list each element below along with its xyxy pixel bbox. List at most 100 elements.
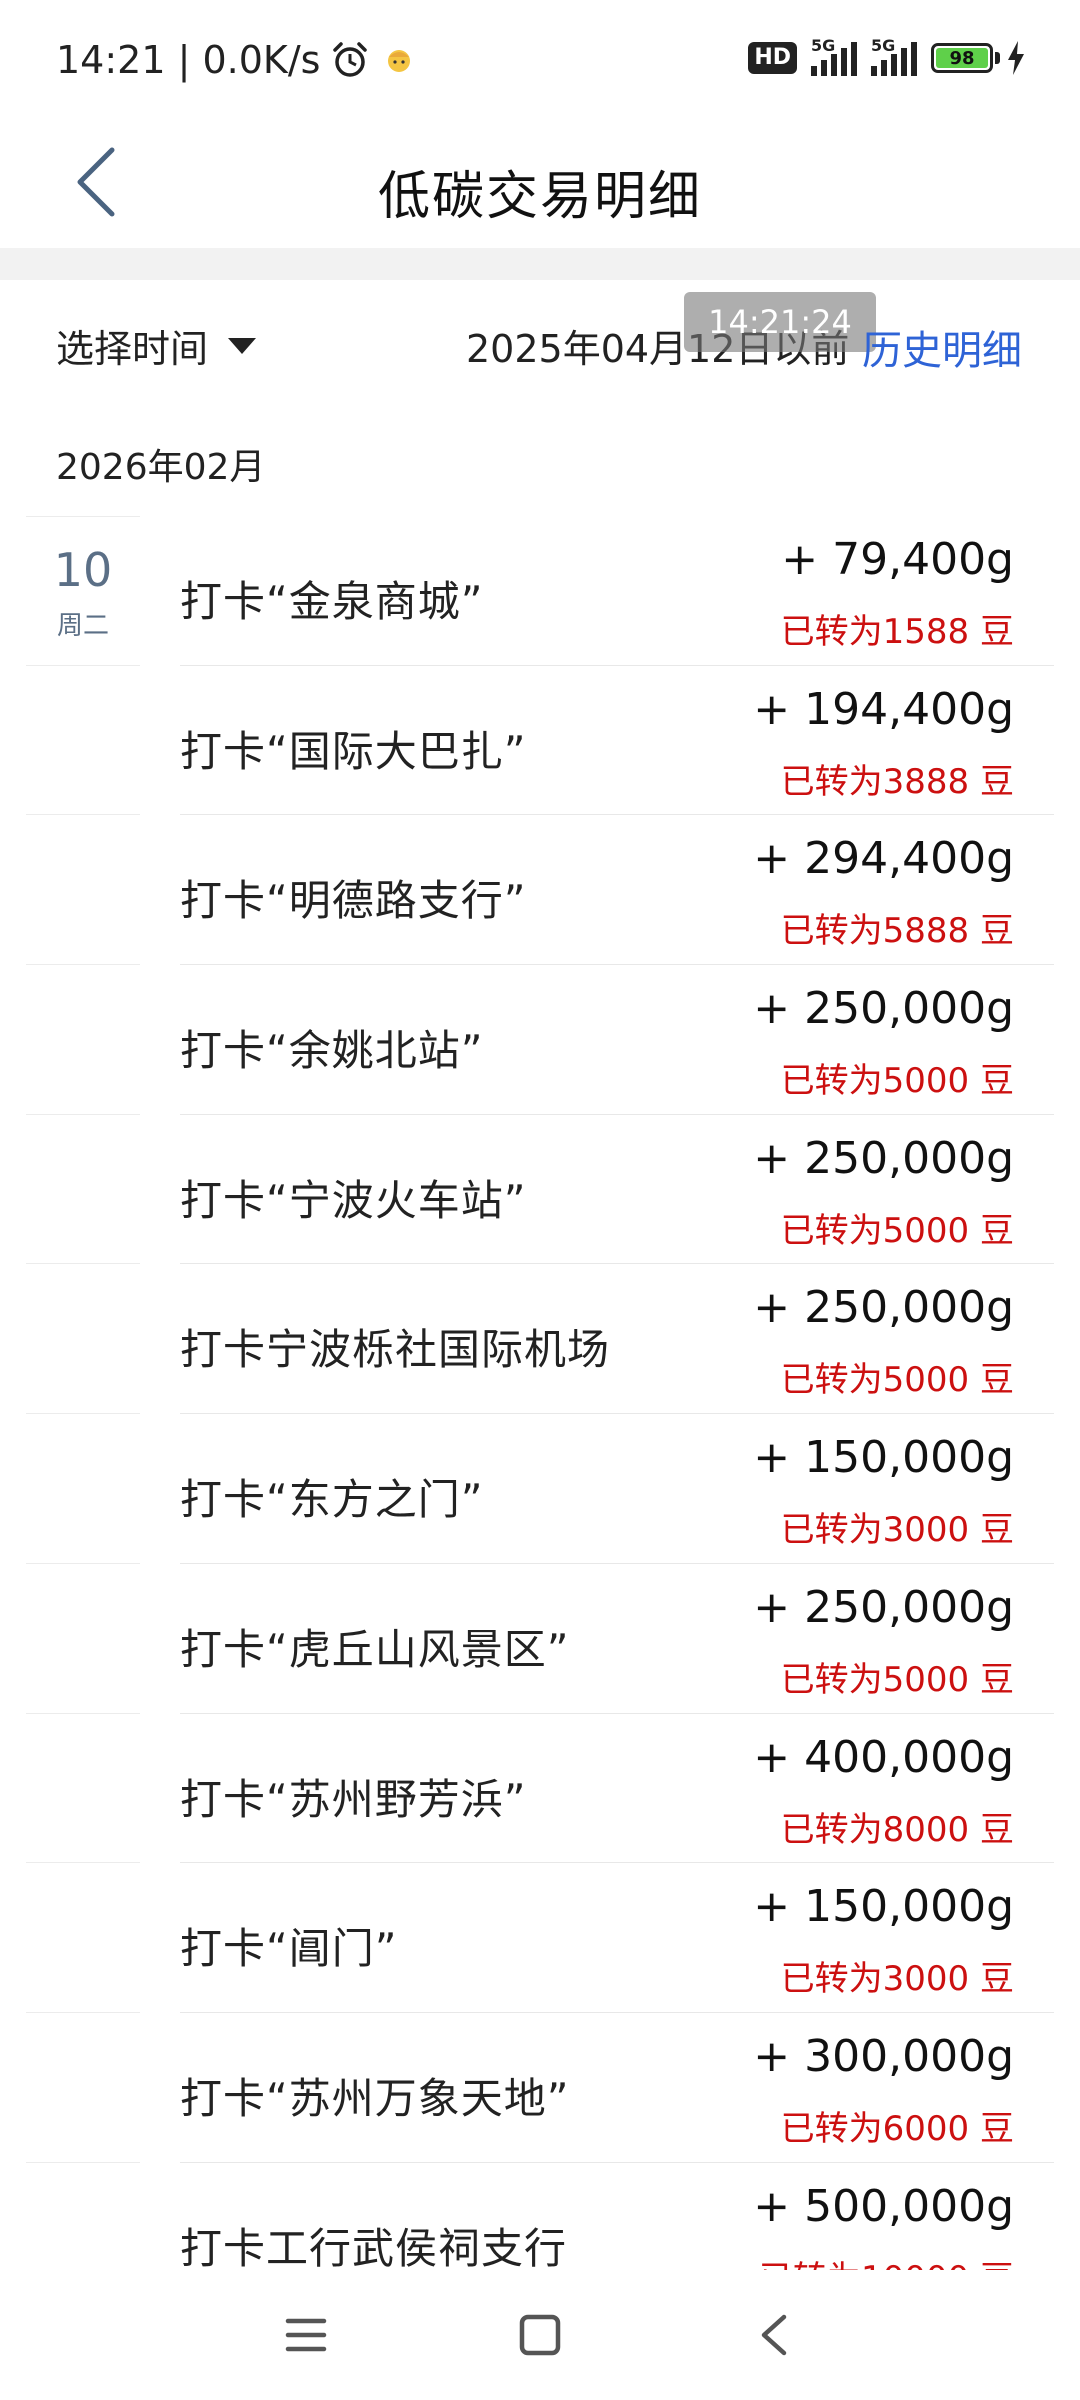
date-cell [26,815,140,966]
transaction-row[interactable]: 打卡“余姚北站” + 250,000g 已转为5000 豆 [0,965,1080,1115]
transaction-amount: + 250,000g [753,1132,1014,1184]
transaction-content: 打卡宁波栎社国际机场 + 250,000g 已转为5000 豆 [180,1264,1054,1415]
transaction-content: 打卡“国际大巴扎” + 194,400g 已转为3888 豆 [180,666,1054,816]
transaction-title: 打卡“阊门” [180,1924,398,1974]
date-cell [26,2013,140,2163]
day-number: 10 [53,543,113,597]
menu-icon [285,2318,327,2352]
transaction-row[interactable]: 打卡“国际大巴扎” + 194,400g 已转为3888 豆 [0,666,1080,816]
select-time-label: 选择时间 [56,327,209,371]
date-cell [26,1264,140,1415]
transaction-content: 打卡“苏州野芳浜” + 400,000g 已转为8000 豆 [180,1714,1054,1864]
emoji-face-icon [388,50,411,72]
transaction-title: 打卡工行武侯祠支行 [180,2223,568,2270]
back-nav-button[interactable] [744,2310,804,2360]
transaction-amount: + 400,000g [753,1731,1014,1783]
transaction-title: 打卡“明德路支行” [180,876,527,926]
converted-beans: 已转为5000 豆 [780,1061,1014,1102]
transaction-title: 打卡“宁波火车站” [180,1175,527,1225]
transaction-title: 打卡“余姚北站” [180,1026,484,1076]
transaction-row[interactable]: 打卡“阊门” + 150,000g 已转为3000 豆 [0,1863,1080,2013]
transaction-amount: + 150,000g [753,1432,1014,1484]
home-button[interactable] [510,2310,570,2360]
date-cell [26,965,140,1115]
back-chevron-icon [761,2314,787,2356]
date-cell [26,1863,140,2013]
status-left: 14:21 | 0.0K/s [56,38,414,82]
menu-button[interactable] [276,2310,336,2360]
transaction-amount: + 194,400g [753,683,1014,735]
charging-bolt-icon [1008,41,1024,75]
date-cell [26,1714,140,1864]
transaction-title: 打卡“金泉商城” [180,577,484,626]
transaction-row[interactable]: 打卡“苏州万象天地” + 300,000g 已转为6000 豆 [0,2013,1080,2163]
converted-beans: 已转为8000 豆 [780,1809,1014,1850]
converted-beans: 已转为5000 豆 [780,1659,1014,1700]
transaction-list: 10 周二 打卡“金泉商城” + 79,400g 已转为1588 豆打卡“国际大巴扎” +… [0,516,1080,2270]
battery-icon: 98 [931,41,1026,75]
transaction-amount: + 500,000g [753,2180,1014,2232]
date-cell: 10 周二 [26,516,140,666]
weekday-label: 周二 [56,611,109,641]
converted-beans: 已转为6000 豆 [780,2108,1014,2149]
date-cell [26,1115,140,1265]
converted-beans: 已转为3888 豆 [780,761,1014,802]
transaction-row[interactable]: 打卡“虎丘山风景区” + 250,000g 已转为5000 豆 [0,1564,1080,1714]
transaction-row[interactable]: 打卡工行武侯祠支行 + 500,000g 已转为10000 豆 [0,2163,1080,2270]
converted-beans: 已转为3000 豆 [780,1959,1014,2000]
transaction-amount: + 300,000g [753,2030,1014,2082]
filter-row: 选择时间 2025年04月12日以前 14:21:24 历史明细 [0,280,1080,410]
transaction-row[interactable]: 打卡“东方之门” + 150,000g 已转为3000 豆 [0,1414,1080,1564]
transaction-content: 打卡“余姚北站” + 250,000g 已转为5000 豆 [180,965,1054,1115]
converted-beans: 已转为5000 豆 [780,1360,1014,1401]
converted-beans: 已转为5000 豆 [780,1210,1014,1251]
alarm-clock-icon [333,42,368,77]
converted-beans: 已转为3000 豆 [780,1510,1014,1551]
transaction-content: 打卡“东方之门” + 150,000g 已转为3000 豆 [180,1414,1054,1564]
history-detail-link[interactable]: 历史明细 [862,318,1022,376]
transaction-row[interactable]: 10 周二 打卡“金泉商城” + 79,400g 已转为1588 豆 [0,516,1080,666]
transaction-row[interactable]: 打卡“苏州野芳浜” + 400,000g 已转为8000 豆 [0,1714,1080,1864]
page-title: 低碳交易明细 [377,167,702,227]
status-right: HD 5G 5G 98 [748,36,1026,76]
transaction-row[interactable]: 打卡“明德路支行” + 294,400g 已转为5888 豆 [0,815,1080,966]
month-label: 2026年02月 [56,447,266,488]
transaction-amount: + 250,000g [753,983,1014,1035]
transaction-title: 打卡“苏州野芳浜” [180,1774,527,1824]
converted-beans: 已转为10000 豆 [759,2251,1014,2270]
app-header: 低碳交易明细 [0,124,1080,248]
signal-strength-icon: 5G [811,36,857,76]
divider [0,248,1080,280]
transaction-content: 打卡“金泉商城” + 79,400g 已转为1588 豆 [180,516,1054,666]
transaction-title: 打卡“东方之门” [180,1475,484,1525]
network-type-label: 5G [811,36,836,55]
transaction-content: 打卡工行武侯祠支行 + 500,000g 已转为10000 豆 [180,2163,1054,2270]
transaction-amount: + 250,000g [753,1581,1014,1633]
transaction-title: 打卡“虎丘山风景区” [180,1624,570,1674]
date-cell [26,1564,140,1714]
transaction-amount: + 250,000g [753,1282,1014,1334]
converted-beans: 已转为1588 豆 [780,612,1014,652]
caret-down-icon [228,337,257,354]
signal-strength-icon: 5G [871,36,917,76]
select-time-dropdown[interactable]: 选择时间 [56,318,257,373]
converted-beans: 已转为5888 豆 [780,911,1014,952]
transaction-row[interactable]: 打卡宁波栎社国际机场 + 250,000g 已转为5000 豆 [0,1264,1080,1415]
time-overlay-toast: 14:21:24 [684,292,876,352]
battery-level: 98 [936,48,988,69]
transaction-row[interactable]: 打卡“宁波火车站” + 250,000g 已转为5000 豆 [0,1115,1080,1265]
date-cell [26,666,140,816]
transaction-title: 打卡“苏州万象天地” [180,2073,570,2123]
system-nav-bar [0,2270,1080,2400]
status-time-speed: 14:21 | 0.0K/s [56,38,321,82]
home-square-icon [519,2314,561,2356]
transaction-content: 打卡“苏州万象天地” + 300,000g 已转为6000 豆 [180,2013,1054,2163]
hd-badge: HD [748,42,797,74]
transaction-content: 打卡“虎丘山风景区” + 250,000g 已转为5000 豆 [180,1564,1054,1714]
date-cell [26,2163,140,2270]
transaction-title: 打卡“国际大巴扎” [180,726,527,776]
transaction-content: 打卡“明德路支行” + 294,400g 已转为5888 豆 [180,815,1054,966]
transaction-content: 打卡“阊门” + 150,000g 已转为3000 豆 [180,1863,1054,2013]
transaction-content: 打卡“宁波火车站” + 250,000g 已转为5000 豆 [180,1115,1054,1265]
transaction-amount: + 79,400g [781,534,1014,585]
